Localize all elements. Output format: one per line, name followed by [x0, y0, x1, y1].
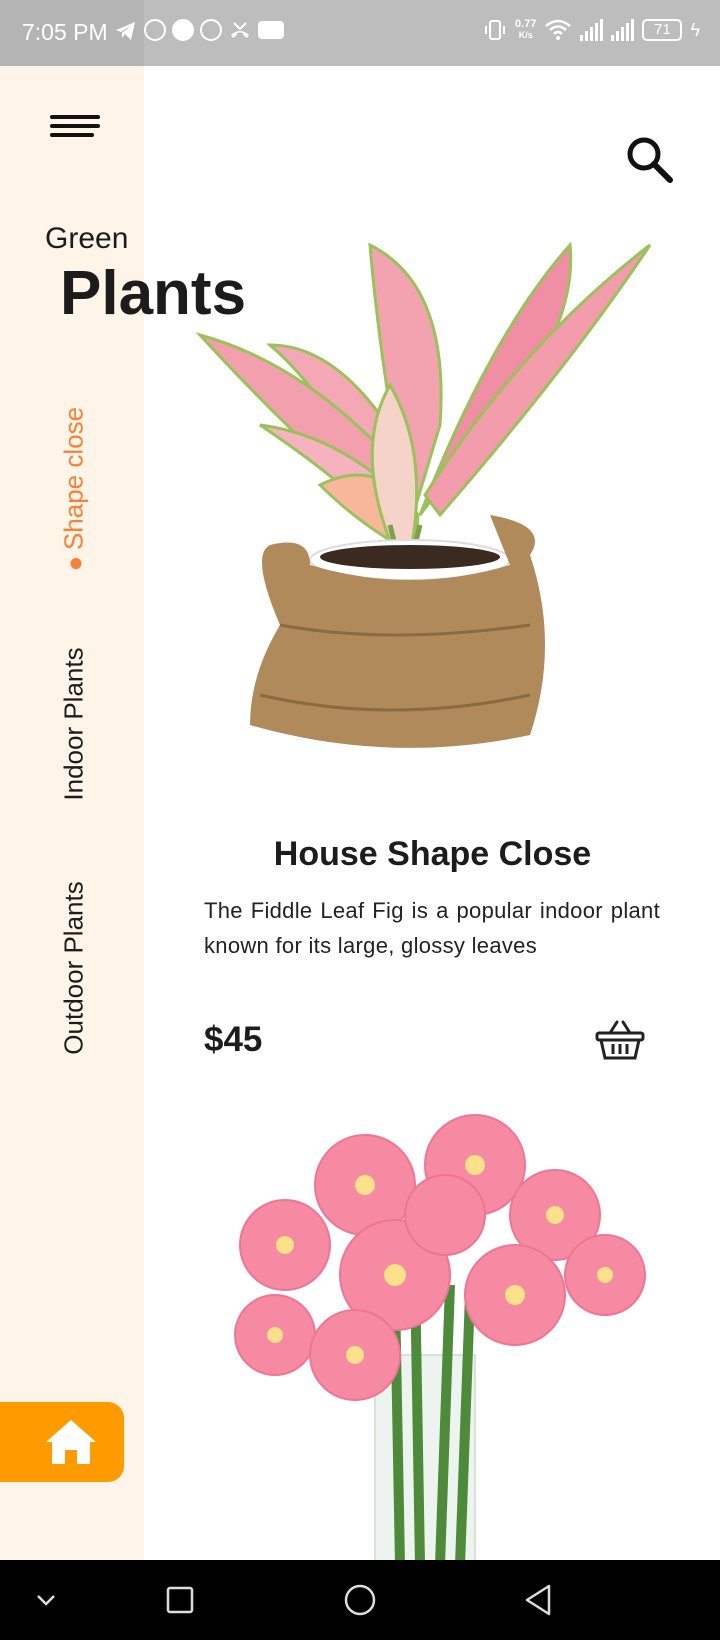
plant-image[interactable]	[190, 225, 670, 785]
signal-icon	[580, 19, 604, 41]
back-button[interactable]	[521, 1582, 555, 1618]
wifi-icon	[545, 19, 572, 40]
battery-icon: 71	[642, 19, 683, 41]
status-time: 7:05 PM	[22, 19, 108, 45]
status-bar: 7:05 PM 0.77 K/s 71 ϟ	[0, 0, 720, 66]
missed-call-icon	[231, 22, 249, 38]
title-small: Green	[45, 222, 129, 255]
status-right: 0.77 K/s 71 ϟ	[483, 18, 700, 42]
product-name: House Shape Close	[273, 835, 592, 873]
active-indicator-dot	[70, 557, 82, 569]
search-icon[interactable]	[625, 135, 675, 185]
network-speed-unit: K/s	[518, 30, 533, 40]
product-price: $45	[204, 1020, 263, 1059]
pinterest-icon	[172, 19, 194, 41]
network-speed-value: 0.77	[515, 18, 537, 30]
network-speed: 0.77 K/s	[515, 19, 536, 41]
tab-label: Shape close	[58, 406, 89, 550]
home-button[interactable]	[0, 1402, 124, 1482]
whatsapp-icon	[144, 19, 166, 41]
flower-image[interactable]	[215, 1095, 655, 1560]
notification-icons	[114, 19, 284, 43]
vibrate-icon	[485, 20, 506, 40]
telegram-icon	[116, 22, 135, 40]
chevron-down-icon[interactable]	[34, 1582, 58, 1618]
basket-icon[interactable]	[595, 1018, 645, 1062]
tab-shape-close[interactable]: Shape close	[55, 400, 93, 575]
tab-outdoor-plants[interactable]: Outdoor Plants	[55, 868, 93, 1068]
tab-label: Outdoor Plants	[58, 881, 89, 1055]
tab-indoor-plants[interactable]: Indoor Plants	[55, 636, 93, 811]
home-icon	[46, 1420, 96, 1464]
signal-icon	[611, 19, 635, 41]
home-nav-button[interactable]	[343, 1582, 377, 1618]
product-description: The Fiddle Leaf Fig is a popular indoor …	[204, 898, 660, 958]
recents-button[interactable]	[165, 1582, 195, 1618]
youtube-icon	[258, 21, 284, 39]
charging-icon: ϟ	[690, 19, 700, 40]
whatsapp-icon	[200, 19, 222, 41]
tab-label: Indoor Plants	[58, 646, 89, 801]
system-navigation-bar	[0, 1560, 720, 1640]
menu-icon[interactable]	[50, 115, 100, 141]
